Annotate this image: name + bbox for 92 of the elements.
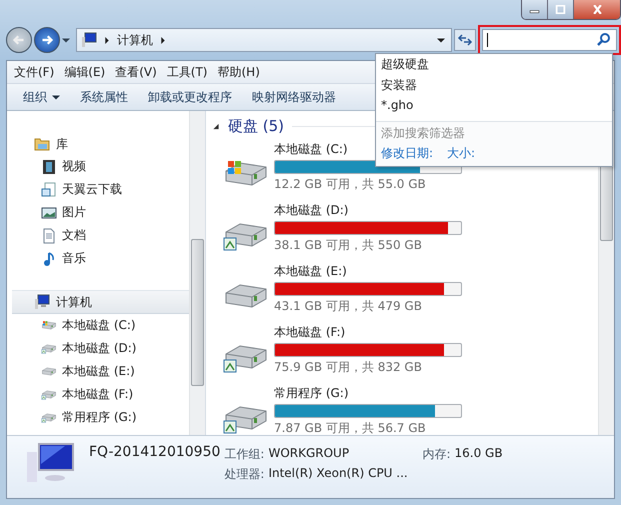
computer-name: FQ-201412010950 (89, 444, 220, 460)
nav-label: 本地磁盘 (E:) (62, 363, 135, 380)
detail-label: 工作组: (224, 446, 264, 463)
chevron-right-icon (103, 36, 111, 44)
suggestion-item[interactable]: 安装器 (376, 75, 612, 96)
menu-item[interactable]: 帮助(H) (212, 64, 265, 80)
nav-label: 本地磁盘 (F:) (62, 386, 134, 403)
filter-hint: 添加搜索筛选器 (381, 125, 466, 142)
drive-name: 本地磁盘 (D:) (274, 202, 348, 218)
nav-label: 视频 (62, 158, 86, 175)
nav-item[interactable]: 本地磁盘 (D:) (7, 337, 189, 360)
chevron-right-icon (159, 36, 167, 44)
drive-usage: 38.1 GB 可用，共 550 GB (274, 236, 423, 254)
document-icon (41, 182, 57, 198)
expand-triangle-icon[interactable] (212, 123, 220, 130)
nav-item[interactable]: 库 (12, 133, 189, 155)
nav-label: 本地磁盘 (D:) (62, 340, 136, 357)
nav-label: 文档 (62, 227, 86, 244)
dropdown-arrow-icon (437, 36, 445, 44)
nav-label: 常用程序 (G:) (62, 409, 137, 426)
nav-item[interactable]: 计算机 (12, 290, 189, 314)
toolbar-button[interactable]: 卸载或更改程序 (140, 86, 240, 108)
nav-item[interactable]: 音乐 (7, 247, 189, 270)
picture-icon (41, 204, 57, 220)
toolbar-button[interactable]: 系统属性 (72, 86, 136, 108)
drive-name: 本地磁盘 (C:) (274, 140, 348, 158)
maximize-button[interactable] (548, 0, 574, 19)
suggestion-item[interactable]: 超级硬盘 (376, 54, 612, 75)
menu-item[interactable]: 查看(V) (110, 64, 162, 80)
nav-label: 计算机 (56, 294, 92, 310)
forward-button[interactable] (34, 27, 60, 53)
hard-drive-icon (41, 411, 57, 424)
address-bar[interactable]: 计算机 (76, 28, 452, 52)
filter-link[interactable]: 修改日期: (381, 145, 434, 162)
drive-tile[interactable]: 本地磁盘 (D:) 38.1 GB 可用，共 550 GB (222, 197, 472, 258)
hard-drive-icon (41, 388, 57, 401)
caret-icon (62, 36, 70, 44)
nav-label: 图片 (62, 204, 86, 221)
nav-item[interactable]: 视频 (7, 155, 189, 178)
drive-usage: 12.2 GB 可用，共 55.0 GB (274, 176, 427, 192)
hard-drive-icon (41, 342, 57, 355)
toolbar-button[interactable]: 组织 (15, 86, 68, 108)
drive-usage: 7.87 GB 可用，共 56.7 GB (274, 420, 427, 436)
nav-label: 音乐 (62, 250, 86, 267)
maximize-icon (555, 5, 566, 14)
drive-tile[interactable]: 本地磁盘 (E:) 43.1 GB 可用，共 479 GB (222, 258, 472, 319)
music-note-icon (41, 250, 57, 266)
folder-icon (34, 136, 50, 152)
nav-label: 库 (56, 136, 68, 152)
nav-item[interactable]: 天翼云下载 (7, 178, 189, 201)
menu-item[interactable]: 文件(F) (9, 64, 60, 80)
computer-icon (81, 32, 97, 48)
detail-value: Intel(R) Xeon(R) CPU ... (268, 466, 409, 482)
drive-tile[interactable]: 本地磁盘 (F:) 75.9 GB 可用，共 832 GB (222, 319, 472, 380)
nav-item[interactable]: 本地磁盘 (E:) (7, 360, 189, 383)
drive-name: 常用程序 (G:) (274, 384, 349, 402)
hard-drive-icon (41, 319, 57, 332)
breadcrumb[interactable]: 计算机 (117, 32, 153, 48)
suggestion-item[interactable]: *.gho (376, 96, 612, 117)
section-title: 硬盘 (5) (228, 117, 284, 136)
menu-item[interactable]: 工具(T) (162, 64, 212, 80)
scrollbar[interactable] (189, 111, 205, 435)
close-icon (592, 5, 602, 14)
back-button[interactable] (6, 27, 32, 53)
minimize-button[interactable] (522, 0, 548, 19)
drive-name: 本地磁盘 (F:) (274, 324, 346, 340)
nav-label: 天翼云下载 (62, 181, 122, 198)
detail-label: 内存: (422, 446, 450, 463)
filter-link[interactable]: 大小: (447, 145, 476, 162)
nav-item[interactable]: 本地磁盘 (C:) (7, 314, 189, 337)
close-button[interactable] (574, 0, 620, 19)
nav-item[interactable]: 文档 (7, 224, 189, 247)
nav-label: 本地磁盘 (C:) (62, 317, 136, 334)
nav-item[interactable]: 常用程序 (G:) (7, 406, 189, 429)
drive-usage: 75.9 GB 可用，共 832 GB (274, 358, 423, 376)
drive-tile[interactable]: 常用程序 (G:) 7.87 GB 可用，共 56.7 GB (222, 380, 472, 441)
detail-label: 处理器: (224, 466, 264, 483)
drive-usage: 43.1 GB 可用，共 479 GB (274, 298, 423, 314)
computer-icon (34, 294, 50, 310)
menu-item[interactable]: 编辑(E) (59, 64, 110, 80)
nav-item[interactable]: 图片 (7, 201, 189, 224)
refresh-arrows-icon (457, 32, 473, 48)
toolbar-button[interactable]: 映射网络驱动器 (244, 86, 344, 108)
nav-item[interactable]: 本地磁盘 (F:) (7, 383, 189, 406)
refresh-button[interactable] (454, 29, 476, 51)
document-icon (41, 228, 57, 244)
hard-drive-icon (41, 365, 57, 378)
drive-name: 本地磁盘 (E:) (274, 262, 347, 280)
film-icon (41, 158, 57, 174)
detail-value: WORKGROUP (268, 446, 350, 462)
detail-value: 16.0 GB (454, 446, 503, 462)
search-icon (596, 32, 612, 48)
